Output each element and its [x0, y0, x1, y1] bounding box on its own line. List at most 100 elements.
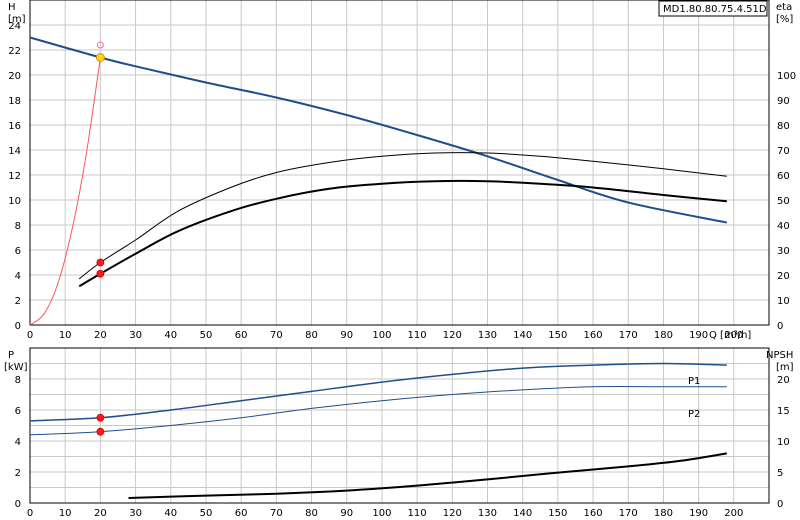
top-series-line-1 [78, 152, 727, 280]
x-tick-label-bottom: 140 [513, 508, 532, 519]
eta-tick-label: 60 [777, 171, 790, 182]
x-tick-label-top: 0 [27, 330, 33, 341]
bottom-series-line-0 [29, 362, 727, 422]
h-tick-label: 14 [8, 146, 21, 157]
x-tick-label-top: 180 [654, 330, 673, 341]
h-tick-label: 4 [15, 271, 21, 282]
q-axis-label: Q [m³/h] [709, 330, 751, 341]
x-tick-label-bottom: 130 [478, 508, 497, 519]
eta-tick-label: 0 [777, 321, 783, 332]
eta-tick-label: 80 [777, 121, 790, 132]
h-axis-title: H [8, 2, 16, 13]
p-axis-unit: [kW] [4, 362, 28, 373]
top-series-line-2 [78, 179, 727, 288]
x-tick-label-bottom: 20 [94, 508, 107, 519]
x-tick-label-bottom: 100 [372, 508, 391, 519]
operating-point-red-bottom-1 [96, 427, 105, 436]
p1-series-label: P1 [688, 376, 700, 387]
npsh-axis-unit: [m] [776, 362, 794, 373]
h-tick-label: 2 [15, 296, 21, 307]
x-tick-label-bottom: 110 [408, 508, 427, 519]
x-tick-label-top: 100 [372, 330, 391, 341]
h-tick-label: 6 [15, 246, 21, 257]
p-tick-label: 2 [15, 468, 21, 479]
bottom-series [29, 362, 727, 499]
h-tick-label: 20 [8, 71, 21, 82]
p2-series-label: P2 [688, 409, 700, 420]
h-tick-label: 0 [15, 321, 21, 332]
x-tick-label-bottom: 50 [200, 508, 213, 519]
x-tick-label-top: 160 [584, 330, 603, 341]
x-tick-label-bottom: 70 [270, 508, 283, 519]
x-tick-label-top: 120 [443, 330, 462, 341]
operating-point-red-bottom-0 [96, 413, 105, 422]
x-tick-label-top: 140 [513, 330, 532, 341]
x-tick-label-bottom: 200 [724, 508, 743, 519]
top-series [29, 36, 727, 326]
operating-point-red-top-2 [96, 258, 105, 267]
x-tick-label-bottom: 0 [27, 508, 33, 519]
npsh-tick-label: 5 [777, 468, 783, 479]
x-tick-label-top: 70 [270, 330, 283, 341]
x-tick-label-bottom: 40 [164, 508, 177, 519]
p-tick-label: 8 [15, 375, 21, 386]
operating-point-yellow-top-0 [95, 53, 105, 62]
eta-axis-title: eta [776, 2, 792, 13]
x-tick-label-bottom: 180 [654, 508, 673, 519]
operating-point-red-top-3 [96, 269, 105, 278]
eta-tick-label: 70 [777, 146, 790, 157]
h-tick-label: 16 [8, 121, 21, 132]
x-tick-label-top: 20 [94, 330, 107, 341]
eta-tick-label: 10 [777, 296, 790, 307]
p-tick-label: 6 [15, 406, 21, 417]
x-tick-label-bottom: 30 [129, 508, 142, 519]
h-axis-unit: [m] [8, 14, 26, 25]
x-tick-label-top: 10 [59, 330, 72, 341]
bottom-series-line-1 [29, 386, 727, 436]
x-tick-label-top: 90 [340, 330, 353, 341]
top-plot-frame [29, 0, 770, 326]
x-tick-label-bottom: 190 [689, 508, 708, 519]
x-tick-label-top: 110 [408, 330, 427, 341]
x-tick-label-top: 150 [548, 330, 567, 341]
x-tick-label-top: 80 [305, 330, 318, 341]
pump-performance-chart: 0 10 20 30 40 50 60 70 80 90 100 110 120 130 140 150 160… [0, 0, 800, 520]
npsh-axis-title: NPSH [766, 350, 793, 361]
x-tick-label-top: 30 [129, 330, 142, 341]
eta-tick-label: 100 [777, 71, 796, 82]
x-tick-label-bottom: 150 [548, 508, 567, 519]
tick-labels: 0 10 20 30 40 50 60 70 80 90 100 110 120 130 140 150 160… [8, 21, 796, 519]
h-tick-label: 8 [15, 221, 21, 232]
p-axis-title: P [8, 350, 14, 361]
h-tick-label: 10 [8, 196, 21, 207]
npsh-tick-label: 20 [777, 375, 790, 386]
x-tick-label-top: 130 [478, 330, 497, 341]
p-tick-label: 0 [15, 499, 21, 510]
x-tick-label-top: 60 [235, 330, 248, 341]
eta-tick-label: 40 [777, 221, 790, 232]
h-tick-label: 22 [8, 46, 21, 57]
h-tick-label: 18 [8, 96, 21, 107]
eta-tick-label: 90 [777, 96, 790, 107]
eta-axis-unit: [%] [776, 14, 793, 25]
x-tick-label-top: 40 [164, 330, 177, 341]
x-tick-label-bottom: 160 [584, 508, 603, 519]
chart-canvas: 0 10 20 30 40 50 60 70 80 90 100 110 120 130 140 150 160… [4, 0, 796, 519]
p-tick-label: 4 [15, 437, 21, 448]
x-tick-label-bottom: 90 [340, 508, 353, 519]
eta-tick-label: 50 [777, 196, 790, 207]
h-tick-label: 12 [8, 171, 21, 182]
npsh-tick-label: 15 [777, 406, 790, 417]
top-series-line-0 [29, 36, 727, 224]
eta-tick-label: 20 [777, 271, 790, 282]
x-tick-label-bottom: 120 [443, 508, 462, 519]
x-tick-label-bottom: 170 [619, 508, 638, 519]
x-tick-label-top: 190 [689, 330, 708, 341]
x-tick-label-bottom: 80 [305, 508, 318, 519]
grid-top [29, 0, 769, 326]
x-tick-label-top: 170 [619, 330, 638, 341]
grid-bottom [29, 348, 769, 504]
x-tick-label-bottom: 60 [235, 508, 248, 519]
npsh-tick-label: 10 [777, 437, 790, 448]
x-tick-label-bottom: 10 [59, 508, 72, 519]
